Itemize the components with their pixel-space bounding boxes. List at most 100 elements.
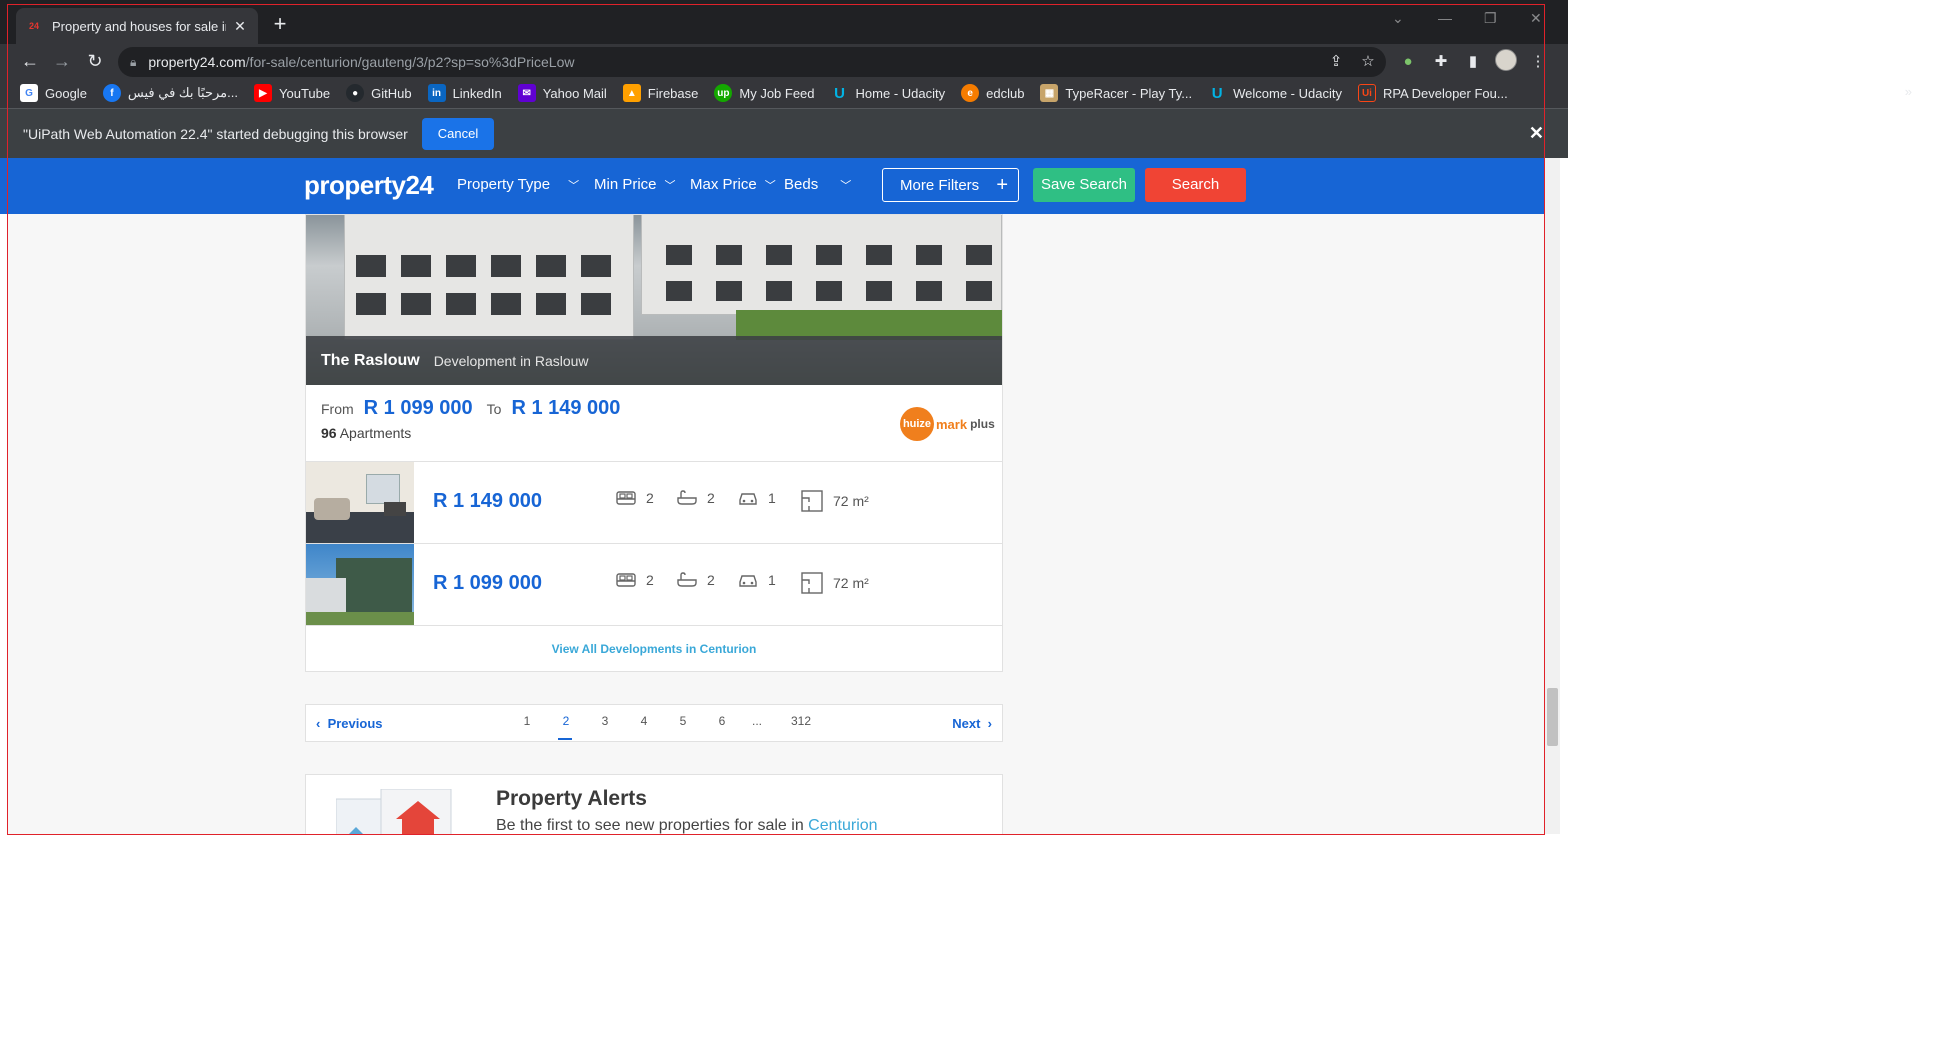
side-panel-icon[interactable]: ▮ [1463, 52, 1483, 72]
tab-search-icon[interactable]: ⌄ [1392, 10, 1404, 27]
property-alerts-panel: Property Alerts Be the first to see new … [305, 774, 1003, 834]
from-label: From [321, 401, 354, 417]
parking: 1 [738, 490, 776, 506]
profile-avatar[interactable] [1495, 49, 1517, 71]
view-all-developments-link[interactable]: View All Developments in Centurion [306, 625, 1002, 671]
address-bar[interactable]: 🔒︎ property24.com/for-sale/centurion/gau… [118, 47, 1386, 77]
agent-logo-mark: mark [936, 416, 968, 432]
unit-thumbnail[interactable] [306, 462, 414, 543]
floor-size-value: 72 m² [833, 493, 869, 509]
next-page-link[interactable]: Next › [952, 716, 992, 731]
tab-strip: 24 Property and houses for sale in C ✕ +… [0, 0, 1568, 44]
lock-icon: 🔒︎ [130, 54, 137, 69]
development-hero-image[interactable]: The Raslouw Development in Raslouw [306, 215, 1002, 385]
bookmark-edclub[interactable]: e edclub [961, 84, 1024, 102]
bookmark-label: RPA Developer Fou... [1382, 85, 1508, 101]
nav-beds[interactable]: Beds ﹀ [784, 176, 851, 193]
chevron-down-icon: ﹀ [764, 179, 776, 192]
infobar-close-icon[interactable]: ✕ [1529, 123, 1544, 144]
floor-size: 72 m² [801, 572, 869, 594]
restore-icon[interactable]: ❐ [1484, 10, 1497, 27]
bookmark-typeracer[interactable]: ▦ TypeRacer - Play Ty... [1040, 84, 1192, 102]
edclub-icon: e [961, 84, 980, 102]
unit-row[interactable]: R 1 149 000 2 2 1 72 m² [306, 461, 1002, 543]
nav-label: Min Price [594, 176, 657, 193]
menu-kebab-icon[interactable]: ⋮ [1528, 52, 1548, 72]
unit-price: R 1 099 000 [433, 572, 542, 594]
bookmark-my-job-feed[interactable]: up My Job Feed [714, 84, 815, 102]
current-page-underline [558, 738, 572, 740]
uipath-icon: Ui [1357, 84, 1376, 102]
github-icon: ● [346, 84, 365, 102]
bookmark-yahoo-mail[interactable]: ✉ Yahoo Mail [517, 84, 607, 102]
bookmark-star-icon[interactable]: ☆ [1358, 52, 1378, 72]
page-link-4[interactable]: 4 [634, 714, 654, 728]
bath-icon [677, 572, 697, 587]
bookmark-rpa-developer[interactable]: Ui RPA Developer Fou... [1357, 84, 1508, 102]
page-link-3[interactable]: 3 [595, 714, 615, 728]
bed-count: 2 [646, 572, 654, 588]
floor-size: 72 m² [801, 490, 869, 512]
infobar-cancel-button[interactable]: Cancel [421, 117, 495, 150]
bathrooms: 2 [677, 490, 715, 506]
bookmark-home-udacity[interactable]: U Home - Udacity [831, 84, 945, 102]
more-filters-label: More Filters [900, 176, 980, 194]
search-button[interactable]: Search [1145, 168, 1246, 202]
property-alerts-description: Be the first to see new properties for s… [496, 817, 878, 834]
unit-thumbnail[interactable] [306, 544, 414, 625]
more-filters-button[interactable]: More Filters + [882, 168, 1019, 202]
page-link-2-current[interactable]: 2 [556, 714, 576, 728]
share-icon[interactable]: ⇪ [1326, 52, 1346, 72]
nav-max-price[interactable]: Max Price ﹀ [690, 176, 776, 193]
debugging-infobar: "UiPath Web Automation 22.4" started deb… [0, 108, 1568, 158]
close-tab-icon[interactable]: ✕ [232, 18, 248, 35]
new-tab-button[interactable]: + [268, 12, 292, 36]
bookmark-linkedin[interactable]: in LinkedIn [427, 84, 502, 102]
previous-page-link[interactable]: ‹ Previous [316, 716, 383, 731]
bookmark-github[interactable]: ● GitHub [346, 84, 412, 102]
reload-button[interactable]: ↻ [83, 49, 107, 73]
bookmark-label: LinkedIn [452, 85, 502, 101]
car-icon [739, 493, 757, 505]
bookmark-facebook[interactable]: f مرحبًا بك في فيس... [102, 84, 238, 102]
save-search-button[interactable]: Save Search [1033, 168, 1135, 202]
agent-logo[interactable]: huize mark plus [900, 407, 995, 441]
floor-size-value: 72 m² [833, 575, 869, 591]
nav-min-price[interactable]: Min Price ﹀ [594, 176, 676, 193]
pagination: ‹ Previous 1 2 3 4 5 6 ... 312 Next › [305, 704, 1003, 742]
from-price: R 1 099 000 [363, 397, 473, 419]
page-link-312[interactable]: 312 [786, 714, 816, 728]
forward-button[interactable]: → [50, 49, 74, 73]
alerts-centurion-link[interactable]: Centurion [808, 817, 877, 834]
apartments-number: 96 [321, 425, 337, 441]
chevron-down-icon: ﹀ [664, 179, 676, 192]
window-close-icon[interactable]: ✕ [1530, 10, 1542, 27]
page-link-5[interactable]: 5 [673, 714, 693, 728]
unit-row[interactable]: R 1 099 000 2 2 1 72 m² [306, 543, 1002, 625]
bath-count: 2 [707, 490, 715, 506]
facebook-icon: f [102, 84, 121, 102]
browser-tab[interactable]: 24 Property and houses for sale in C ✕ [16, 8, 258, 44]
extensions-puzzle-icon[interactable]: ✚ [1431, 52, 1451, 72]
bookmark-google[interactable]: G Google [20, 84, 87, 102]
bookmark-youtube[interactable]: ▶ YouTube [254, 84, 330, 102]
development-subtitle: Development in Raslouw [433, 352, 589, 369]
bookmark-label: Welcome - Udacity [1233, 85, 1342, 101]
scrollbar-thumb[interactable] [1547, 688, 1558, 746]
development-name[interactable]: The Raslouw [321, 352, 420, 370]
back-button[interactable]: ← [18, 49, 42, 73]
bookmark-welcome-udacity[interactable]: U Welcome - Udacity [1208, 84, 1342, 102]
nav-property-type[interactable]: Property Type ﹀ [457, 176, 579, 193]
page-link-6[interactable]: 6 [712, 714, 732, 728]
bookmarks-overflow-button[interactable]: » [1905, 84, 1912, 99]
property24-logo[interactable]: property24 [304, 170, 434, 201]
nav-label: Beds [784, 176, 819, 193]
apartments-label: Apartments [339, 425, 412, 441]
parking-count: 1 [768, 572, 776, 588]
extension-icon[interactable]: ● [1398, 52, 1418, 72]
minimize-icon[interactable]: — [1438, 10, 1452, 26]
development-title-band: The Raslouw Development in Raslouw [306, 336, 1002, 385]
bookmark-firebase[interactable]: ▲ Firebase [622, 84, 698, 102]
tab-title: Property and houses for sale in C [52, 18, 226, 34]
page-link-1[interactable]: 1 [517, 714, 537, 728]
